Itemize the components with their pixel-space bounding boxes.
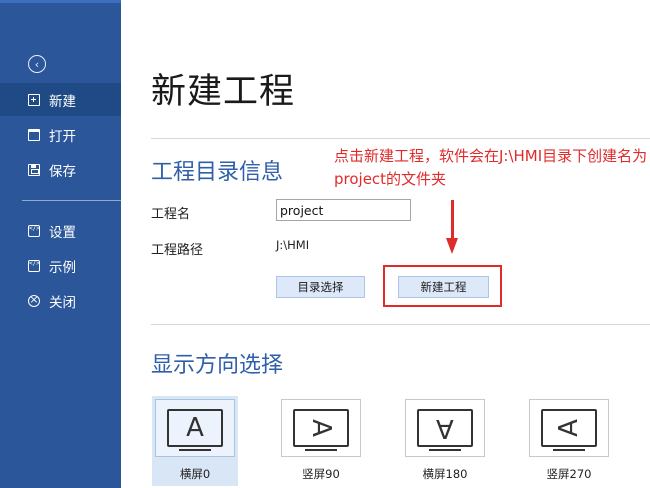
- divider: [151, 324, 650, 325]
- sidebar-item-label: 新建: [49, 93, 76, 110]
- orientation-preview: A: [281, 399, 361, 457]
- orientation-glyph: A: [186, 413, 204, 443]
- sidebar-item-example[interactable]: 示例: [0, 249, 121, 282]
- orientation-label: 竖屏270: [546, 467, 592, 481]
- monitor-icon: A: [541, 409, 597, 451]
- orientation-option-landscape-180[interactable]: A 横屏180: [402, 396, 488, 486]
- annotation-arrow-head-icon: [446, 238, 458, 254]
- sidebar-item-save[interactable]: 保存: [0, 153, 121, 186]
- orientation-preview: A: [529, 399, 609, 457]
- sidebar-divider: [22, 200, 121, 201]
- project-section-title: 工程目录信息: [151, 160, 284, 185]
- save-icon: [28, 163, 40, 176]
- sidebar-item-label: 示例: [49, 259, 76, 276]
- monitor-icon: A: [417, 409, 473, 451]
- orientation-option-portrait-270[interactable]: A 竖屏270: [526, 396, 612, 486]
- sidebar-item-label: 打开: [49, 128, 76, 145]
- orientation-glyph: A: [305, 419, 336, 437]
- orientation-option-landscape-0[interactable]: A 横屏0: [152, 396, 238, 486]
- project-name-label: 工程名: [151, 207, 191, 222]
- new-file-icon: [28, 93, 40, 106]
- orientation-glyph: A: [436, 413, 454, 443]
- sidebar-item-settings[interactable]: 设置: [0, 214, 121, 247]
- orientation-option-portrait-90[interactable]: A 竖屏90: [278, 396, 364, 486]
- sidebar-item-label: 保存: [49, 163, 76, 180]
- directory-select-button[interactable]: 目录选择: [276, 276, 365, 298]
- orientation-label: 竖屏90: [302, 467, 340, 481]
- sidebar-item-close[interactable]: 关闭: [0, 284, 121, 317]
- orientation-preview: A: [405, 399, 485, 457]
- project-path-label: 工程路径: [151, 243, 204, 258]
- folder-open-icon: [28, 128, 40, 141]
- sidebar-item-new[interactable]: 新建: [0, 83, 121, 116]
- annotation-highlight-box: [383, 265, 502, 307]
- settings-icon: [28, 224, 40, 237]
- orientation-label: 横屏0: [179, 467, 211, 481]
- example-icon: [28, 259, 40, 272]
- sidebar-item-open[interactable]: 打开: [0, 118, 121, 151]
- orientation-glyph: A: [553, 419, 584, 437]
- orientation-label: 横屏180: [422, 467, 468, 481]
- sidebar: ‹ 新建 打开 保存 设置 示例 关闭: [0, 0, 121, 488]
- project-path-value: J:\HMI: [276, 238, 310, 252]
- sidebar-item-label: 关闭: [49, 294, 76, 311]
- sidebar-item-label: 设置: [49, 224, 76, 241]
- orientation-preview: A: [155, 399, 235, 457]
- back-arrow-icon[interactable]: ‹: [28, 55, 46, 73]
- monitor-icon: A: [293, 409, 349, 451]
- orientation-section-title: 显示方向选择: [151, 353, 284, 378]
- close-icon: [28, 293, 40, 307]
- page-title: 新建工程: [151, 72, 296, 112]
- annotation-text: 点击新建工程，软件会在J:\HMI目录下创建名为project的文件夹: [334, 147, 648, 188]
- sidebar-top-strip: [0, 0, 121, 3]
- project-name-input[interactable]: [276, 199, 411, 221]
- annotation-arrow-shaft: [451, 200, 454, 240]
- monitor-icon: A: [167, 409, 223, 451]
- divider: [151, 138, 650, 139]
